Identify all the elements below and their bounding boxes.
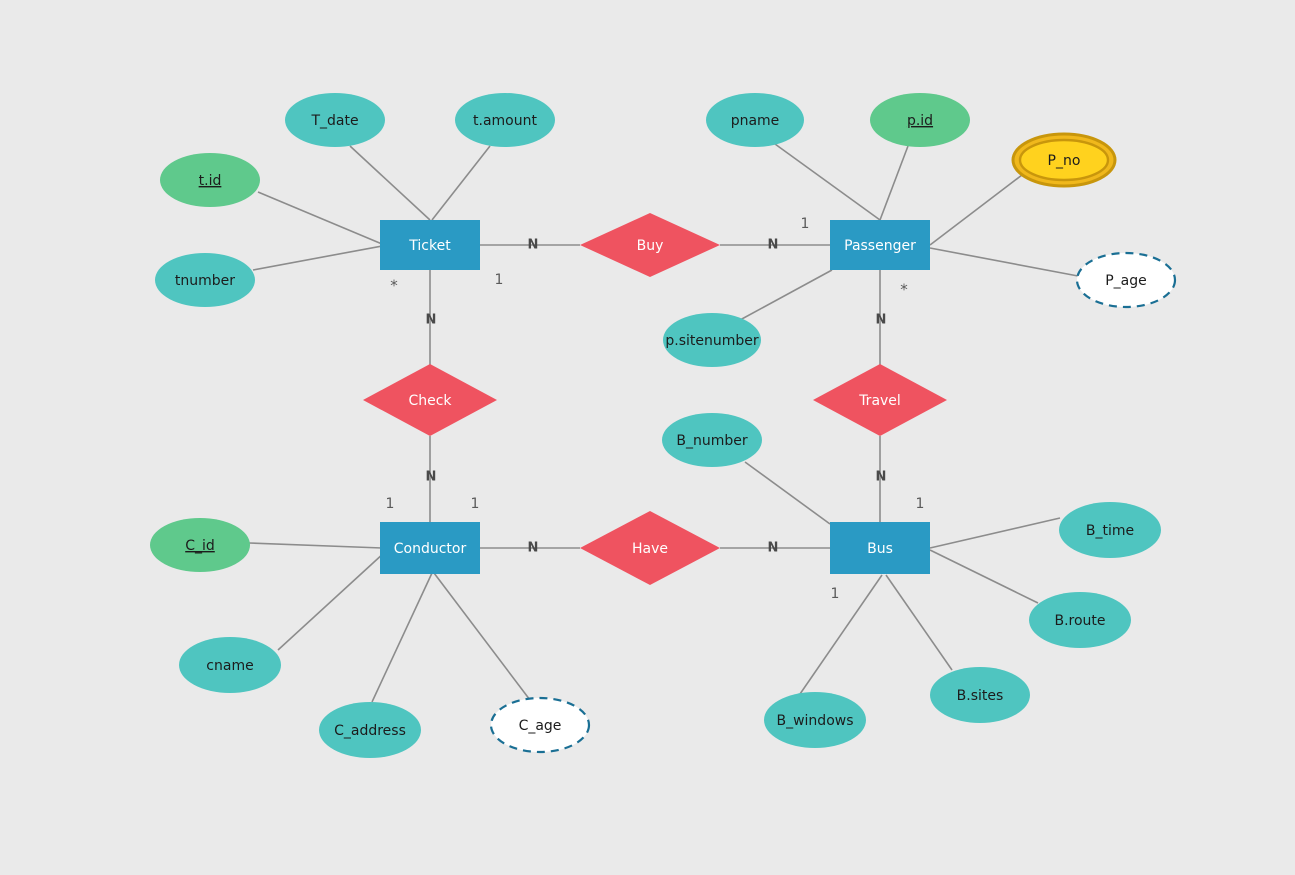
card-bus-travel-1: 1 (916, 496, 925, 512)
entity-passenger[interactable]: Passenger (830, 220, 930, 270)
card-bus-have-1: 1 (831, 586, 840, 602)
attribute-tnumber[interactable]: tnumber (155, 253, 255, 307)
attribute-t-date[interactable]: T_date (285, 93, 385, 147)
connection-line (252, 245, 383, 271)
card-have-bus-n: N (768, 541, 779, 556)
entity-label: Conductor (394, 541, 467, 557)
attribute-cname[interactable]: cname (179, 637, 281, 693)
attribute-pname[interactable]: pname (706, 93, 804, 147)
relationship-label: Have (632, 541, 668, 557)
attribute-label: cname (206, 658, 253, 674)
attribute-p-no[interactable]: P_no (1011, 132, 1117, 188)
attribute-b-windows[interactable]: B_windows (764, 692, 866, 748)
card-passenger-buy-1: 1 (801, 216, 810, 232)
connection-line (371, 572, 433, 703)
card-ticket-check-n: N (426, 313, 437, 328)
attribute-label: t.id (199, 173, 222, 189)
attribute-label: pname (731, 113, 780, 129)
attribute-c-id[interactable]: C_id (150, 518, 250, 572)
entity-label: Ticket (408, 238, 451, 254)
attribute-label: B.route (1054, 613, 1105, 629)
card-buy-passenger-n: N (768, 238, 779, 253)
relationship-label: Buy (637, 238, 664, 254)
card-check-conductor-n: N (426, 470, 437, 485)
card-passenger-travel-n: N (876, 313, 887, 328)
connection-line (885, 574, 953, 671)
connection-line (879, 145, 909, 221)
card-ticket-buy-n: N (528, 238, 539, 253)
attribute-label: C_address (334, 723, 406, 739)
attribute-label: B_windows (776, 713, 853, 729)
attribute-p-sitenumber[interactable]: p.sitenumber (663, 313, 761, 367)
card-conductor-right-1: 1 (471, 496, 480, 512)
entity-label: Passenger (844, 238, 916, 254)
connection-line (774, 143, 881, 221)
attribute-t-amount[interactable]: t.amount (455, 93, 555, 147)
attribute-c-address[interactable]: C_address (319, 702, 421, 758)
card-ticket-star: * (390, 277, 398, 295)
connection-line (929, 174, 1023, 246)
attribute-b-sites[interactable]: B.sites (930, 667, 1030, 723)
relationship-travel[interactable]: Travel (813, 364, 947, 436)
card-passenger-star: * (900, 281, 908, 299)
card-conductor-have-n: N (528, 541, 539, 556)
attribute-t-id[interactable]: t.id (160, 153, 260, 207)
entity-label: Bus (867, 541, 893, 557)
attribute-p-age[interactable]: P_age (1075, 251, 1177, 309)
attribute-b-route[interactable]: B.route (1029, 592, 1131, 648)
card-travel-bus-n: N (876, 470, 887, 485)
relationship-label: Travel (858, 393, 901, 409)
relationship-have[interactable]: Have (580, 511, 720, 585)
entity-bus[interactable]: Bus (830, 522, 930, 574)
relationship-buy[interactable]: Buy (580, 213, 720, 277)
attribute-label: B.sites (957, 688, 1004, 704)
connection-line (744, 461, 831, 525)
connection-line (799, 574, 883, 695)
attribute-label: B_number (676, 433, 747, 449)
relationship-check[interactable]: Check (363, 364, 497, 436)
attributes-layer: t.id T_date t.amount tnumber pname p.id P_no P_… (150, 93, 1177, 758)
attribute-label: C_id (185, 538, 215, 554)
connection-line (929, 247, 1079, 277)
relationship-label: Check (408, 393, 452, 409)
attribute-label: B_time (1086, 523, 1134, 539)
card-conductor-left-1: 1 (386, 496, 395, 512)
connection-line (433, 572, 531, 701)
attribute-label: tnumber (175, 273, 235, 289)
connection-line (739, 269, 833, 321)
attribute-label: P_no (1048, 153, 1081, 169)
connection-line (248, 542, 383, 549)
er-diagram-svg: Buy Check Travel Have t.id T_date t.amount tnu… (150, 93, 1177, 758)
card-ticket-check-1: 1 (495, 272, 504, 288)
attribute-label: p.id (907, 113, 933, 129)
connection-line (929, 517, 1061, 549)
entity-conductor[interactable]: Conductor (380, 522, 480, 574)
attribute-label: p.sitenumber (665, 333, 759, 349)
attribute-p-id[interactable]: p.id (870, 93, 970, 147)
attribute-c-age[interactable]: C_age (489, 696, 591, 754)
attribute-b-number[interactable]: B_number (662, 413, 762, 467)
connection-line (277, 551, 386, 651)
attribute-label: P_age (1105, 273, 1147, 289)
connection-line (349, 145, 431, 221)
attribute-label: t.amount (473, 113, 537, 129)
connection-line (431, 145, 491, 221)
attribute-b-time[interactable]: B_time (1059, 502, 1161, 558)
attribute-label: C_age (519, 718, 562, 734)
connection-line (257, 191, 383, 245)
connection-line (929, 549, 1039, 604)
attribute-label: T_date (310, 113, 358, 129)
entity-ticket[interactable]: Ticket (380, 220, 480, 270)
er-diagram-canvas: Buy Check Travel Have t.id T_date t.amount tnu… (0, 0, 1295, 875)
